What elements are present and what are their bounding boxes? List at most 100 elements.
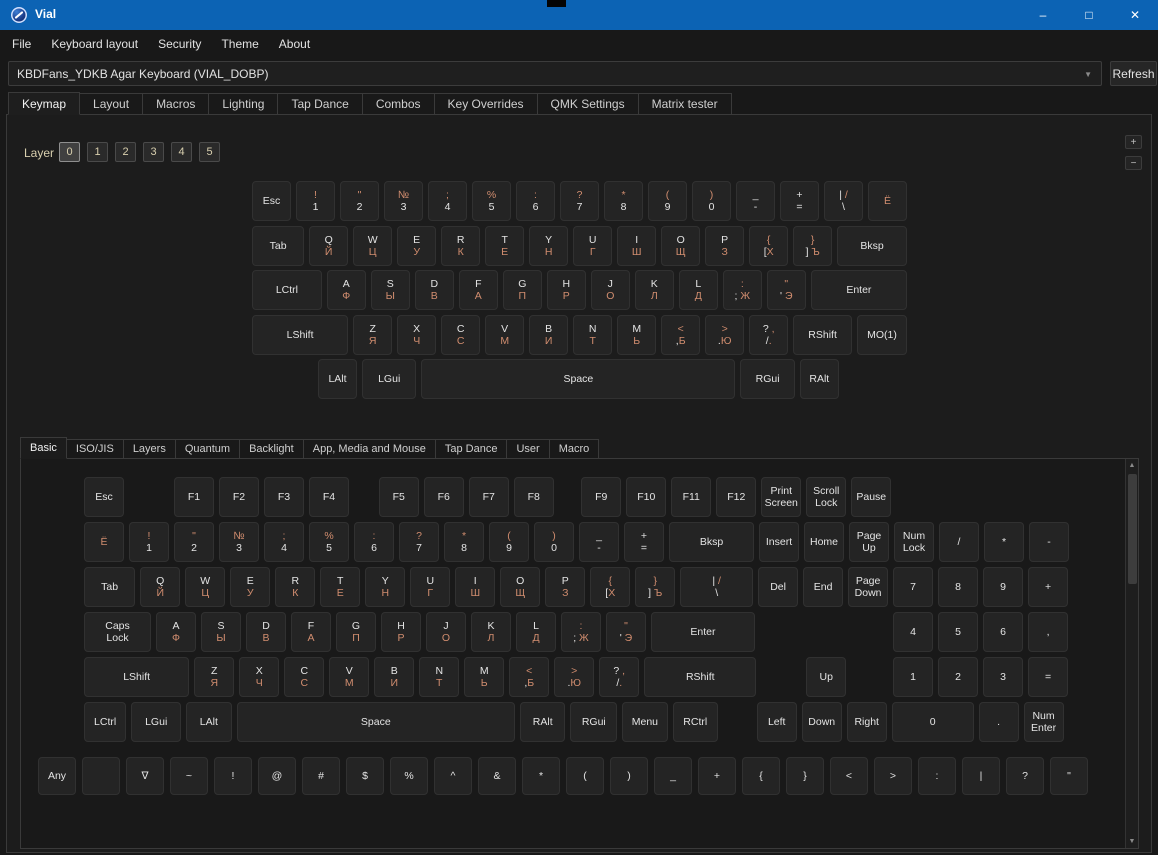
key[interactable]: < [830,757,868,795]
key[interactable]: IШ [455,567,495,607]
key[interactable]: _- [736,181,775,221]
picker-tab-app-media-and-mouse[interactable]: App, Media and Mouse [304,439,436,459]
key[interactable]: )0 [534,522,574,562]
key[interactable]: Space [237,702,516,742]
key[interactable]: 4 [893,612,933,652]
key[interactable]: Tab [84,567,135,607]
key[interactable]: ~ [170,757,208,795]
key[interactable]: { [742,757,780,795]
key[interactable]: Bksp [837,226,907,266]
key[interactable]: XЧ [397,315,436,355]
key[interactable]: 5 [938,612,978,652]
key[interactable]: " [1050,757,1088,795]
tab-layout[interactable]: Layout [80,93,143,115]
key[interactable]: HР [547,270,586,310]
key[interactable]: Tab [252,226,304,266]
tab-macros[interactable]: Macros [143,93,209,115]
key[interactable]: :; Ж [561,612,601,652]
key[interactable]: + [1028,567,1068,607]
key[interactable]: JО [591,270,630,310]
key[interactable]: FА [459,270,498,310]
key[interactable]: ZЯ [194,657,234,697]
layer-button-2[interactable]: 2 [115,142,136,162]
key[interactable]: GП [503,270,542,310]
tab-qmk-settings[interactable]: QMK Settings [538,93,639,115]
key[interactable]: WЦ [185,567,225,607]
key[interactable]: RGui [740,359,794,399]
key[interactable]: FА [291,612,331,652]
menu-item-security[interactable]: Security [148,37,211,51]
tab-lighting[interactable]: Lighting [209,93,278,115]
key[interactable]: %5 [309,522,349,562]
key[interactable]: Space [421,359,735,399]
key[interactable]: 3 [983,657,1023,697]
key[interactable]: MO(1) [857,315,907,355]
menu-item-theme[interactable]: Theme [211,37,268,51]
scroll-down-icon[interactable]: ▼ [1126,835,1138,848]
key[interactable]: <,Б [509,657,549,697]
zoom-in-button[interactable]: + [1125,135,1142,149]
key[interactable]: RShift [793,315,852,355]
key[interactable]: RAlt [800,359,839,399]
key[interactable]: KЛ [471,612,511,652]
key[interactable]: DВ [246,612,286,652]
key[interactable]: NumLock [894,522,934,562]
picker-tab-tap-dance[interactable]: Tap Dance [436,439,508,459]
minimize-button[interactable]: – [1020,0,1066,30]
key[interactable]: ) [610,757,648,795]
key[interactable]: ?7 [399,522,439,562]
key[interactable]: ScrollLock [806,477,846,517]
key[interactable]: F2 [219,477,259,517]
key[interactable]: F11 [671,477,711,517]
key[interactable]: CapsLock [84,612,151,652]
picker-tab-basic[interactable]: Basic [20,437,67,459]
key[interactable]: Insert [759,522,799,562]
key[interactable]: 7 [893,567,933,607]
picker-tab-backlight[interactable]: Backlight [240,439,304,459]
key[interactable]: LД [516,612,556,652]
key[interactable]: . [979,702,1019,742]
key[interactable]: }] Ъ [793,226,832,266]
menu-item-about[interactable]: About [269,37,320,51]
key[interactable]: Enter [651,612,755,652]
key[interactable]: F9 [581,477,621,517]
key[interactable]: "' Э [606,612,646,652]
key[interactable]: += [624,522,664,562]
key[interactable]: LД [679,270,718,310]
key[interactable]: Del [758,567,798,607]
key[interactable]: №3 [219,522,259,562]
key[interactable]: Ё [84,522,124,562]
key[interactable]: PageUp [849,522,889,562]
key[interactable]: | [962,757,1000,795]
key[interactable]: AФ [156,612,196,652]
key[interactable]: 2 [938,657,978,697]
key[interactable]: JО [426,612,466,652]
key[interactable]: ^ [434,757,472,795]
key[interactable]: _- [579,522,619,562]
picker-tab-layers[interactable]: Layers [124,439,176,459]
key[interactable]: !1 [296,181,335,221]
key[interactable]: # [302,757,340,795]
key[interactable]: GП [336,612,376,652]
key[interactable]: LGui [362,359,416,399]
key[interactable]: Bksp [669,522,754,562]
layer-button-5[interactable]: 5 [199,142,220,162]
tab-tap-dance[interactable]: Tap Dance [278,93,362,115]
key[interactable]: UГ [410,567,450,607]
menu-item-keyboard-layout[interactable]: Keyboard layout [41,37,148,51]
key[interactable]: VМ [485,315,524,355]
key[interactable]: LShift [84,657,189,697]
tab-matrix-tester[interactable]: Matrix tester [639,93,732,115]
key[interactable]: F1 [174,477,214,517]
key[interactable]: VМ [329,657,369,697]
key[interactable]: KЛ [635,270,674,310]
key[interactable]: & [478,757,516,795]
key[interactable]: CС [441,315,480,355]
key[interactable]: ( [566,757,604,795]
key[interactable]: EУ [397,226,436,266]
picker-tab-macro[interactable]: Macro [550,439,600,459]
device-selector[interactable]: KBDFans_YDKB Agar Keyboard (VIAL_DOBP) ▼ [8,61,1102,86]
key[interactable]: : [918,757,956,795]
key[interactable]: RК [275,567,315,607]
key[interactable]: CС [284,657,324,697]
